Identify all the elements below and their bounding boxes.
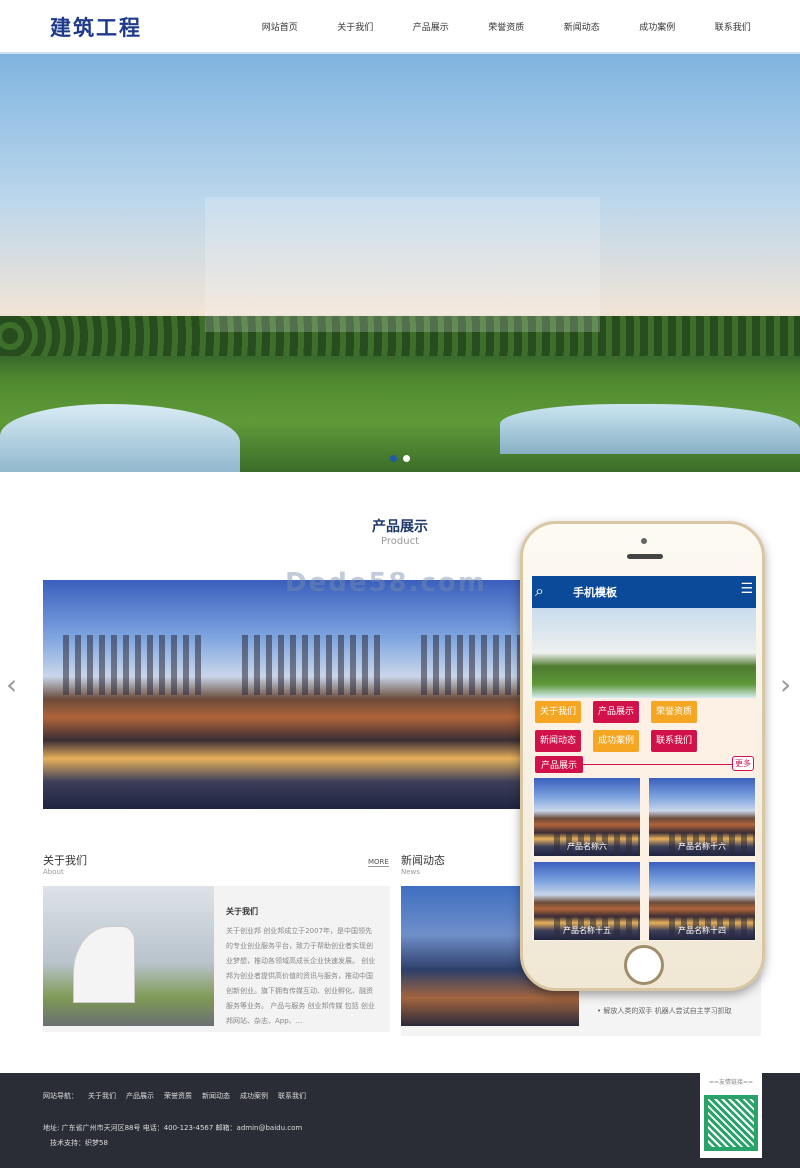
footer-link[interactable]: 新闻动态 <box>202 1091 230 1101</box>
about-title: 关于我们 <box>43 854 87 867</box>
nav-news[interactable]: 新闻动态 <box>544 20 620 33</box>
about-subtitle: About <box>43 868 64 876</box>
qr-code <box>704 1095 758 1151</box>
menu-icon[interactable]: ☰ <box>740 581 753 597</box>
divider <box>582 764 732 765</box>
about-text: 关于创业邦 创业邦成立于2007年，是中国领先的专业创业服务平台，致力于帮助创业… <box>226 927 376 1025</box>
about-card: 关于我们 关于创业邦 创业邦成立于2007年，是中国领先的专业创业服务平台，致力… <box>43 886 390 1032</box>
phone-btn-news[interactable]: 新闻动态 <box>535 730 581 752</box>
phone-title: 手机模板 <box>573 586 617 599</box>
footer-tech-support: 技术支持：织梦58 <box>50 1139 108 1147</box>
about-image <box>43 886 214 1026</box>
phone-btn-cases[interactable]: 成功案例 <box>593 730 639 752</box>
products-heading: 产品展示 Product <box>300 516 500 547</box>
news-item[interactable]: • 解放人类的双手 机器人尝试自主学习抓取 <box>597 1006 732 1016</box>
hero-overlay <box>205 197 600 332</box>
footer-link[interactable]: 产品展示 <box>126 1091 154 1101</box>
phone-section-header: 产品展示 更多 <box>532 756 756 774</box>
phone-home-button <box>624 945 664 985</box>
product-name: 产品名称六 <box>567 842 607 851</box>
about-heading: 关于我们 About <box>43 852 87 876</box>
about-more-link[interactable]: MORE <box>368 858 389 867</box>
nav-cases[interactable]: 成功案例 <box>620 20 696 33</box>
products-subtitle: Product <box>381 536 419 547</box>
footer-link[interactable]: 成功案例 <box>240 1091 268 1101</box>
hero-banner[interactable] <box>0 54 800 472</box>
phone-section-title: 产品展示 <box>535 756 584 773</box>
phone-btn-contact[interactable]: 联系我们 <box>651 730 697 752</box>
slider-dots <box>390 455 410 462</box>
phone-product[interactable]: 产品名称十四 <box>649 862 755 940</box>
product-image[interactable] <box>43 580 222 809</box>
footer: 网站导航： 关于我们 产品展示 荣誉资质 新闻动态 成功案例 联系我们 地址: … <box>0 1073 800 1168</box>
products-title: 产品展示 <box>372 519 428 535</box>
next-arrow-icon[interactable]: › <box>780 668 791 701</box>
product-carousel <box>43 580 580 809</box>
footer-address: 地址: 广东省广州市天河区88号 电话：400-123-4567 邮箱：admi… <box>43 1124 303 1132</box>
footer-nav-label: 网站导航： <box>43 1092 78 1100</box>
phone-product[interactable]: 产品名称六 <box>534 778 640 856</box>
friend-links-box: ==友情链接== <box>700 1073 762 1158</box>
phone-more-button[interactable]: 更多 <box>732 756 754 771</box>
nav-home[interactable]: 网站首页 <box>242 20 318 33</box>
phone-mockup: ⌕ 手机模板 ☰ 关于我们 产品展示 荣誉资质 新闻动态 成功案例 联系我们 产… <box>520 521 765 991</box>
prev-arrow-icon[interactable]: ‹ <box>6 668 17 701</box>
news-item-title[interactable]: 解放人类的双手 机器人尝试自主学习抓取 <box>603 1007 731 1015</box>
phone-header: ⌕ 手机模板 ☰ <box>532 576 756 608</box>
hero-water <box>500 404 800 454</box>
slider-dot[interactable] <box>390 455 397 462</box>
phone-btn-products[interactable]: 产品展示 <box>593 701 639 723</box>
nav-products[interactable]: 产品展示 <box>393 20 469 33</box>
footer-link[interactable]: 联系我们 <box>278 1091 306 1101</box>
news-subtitle: News <box>401 868 420 876</box>
footer-nav: 网站导航： 关于我们 产品展示 荣誉资质 新闻动态 成功案例 联系我们 <box>43 1091 306 1101</box>
watermark: Dede58.com <box>285 568 487 598</box>
footer-link[interactable]: 关于我们 <box>88 1091 116 1101</box>
logo[interactable]: 建筑工程 <box>50 12 142 42</box>
product-name: 产品名称十六 <box>678 842 726 851</box>
phone-banner[interactable] <box>532 608 756 698</box>
nav-honors[interactable]: 荣誉资质 <box>469 20 545 33</box>
slider-dot[interactable] <box>403 455 410 462</box>
phone-speaker <box>627 554 663 559</box>
search-icon[interactable]: ⌕ <box>535 581 544 601</box>
phone-btn-honors[interactable]: 荣誉资质 <box>651 701 697 723</box>
phone-product[interactable]: 产品名称十六 <box>649 778 755 856</box>
phone-product[interactable]: 产品名称十五 <box>534 862 640 940</box>
phone-nav-buttons: 关于我们 产品展示 荣誉资质 新闻动态 成功案例 联系我们 <box>532 698 756 752</box>
product-name: 产品名称十四 <box>678 926 726 935</box>
main-nav: 网站首页 关于我们 产品展示 荣誉资质 新闻动态 成功案例 联系我们 <box>242 20 771 33</box>
footer-link[interactable]: 荣誉资质 <box>164 1091 192 1101</box>
phone-btn-about[interactable]: 关于我们 <box>535 701 581 723</box>
phone-screen: ⌕ 手机模板 ☰ 关于我们 产品展示 荣誉资质 新闻动态 成功案例 联系我们 产… <box>532 576 756 941</box>
product-image[interactable] <box>222 580 401 809</box>
news-heading: 新闻动态 News <box>401 852 445 876</box>
news-title: 新闻动态 <box>401 854 445 867</box>
about-card-heading: 关于我们 <box>226 907 258 916</box>
phone-camera <box>641 538 647 544</box>
header: 建筑工程 网站首页 关于我们 产品展示 荣誉资质 新闻动态 成功案例 联系我们 <box>0 0 800 54</box>
friend-links-label[interactable]: ==友情链接== <box>700 1073 762 1086</box>
nav-about[interactable]: 关于我们 <box>318 20 394 33</box>
nav-contact[interactable]: 联系我们 <box>695 20 771 33</box>
phone-product-grid: 产品名称六 产品名称十六 产品名称十五 产品名称十四 <box>532 774 756 940</box>
product-name: 产品名称十五 <box>563 926 611 935</box>
hero-water <box>0 404 240 472</box>
